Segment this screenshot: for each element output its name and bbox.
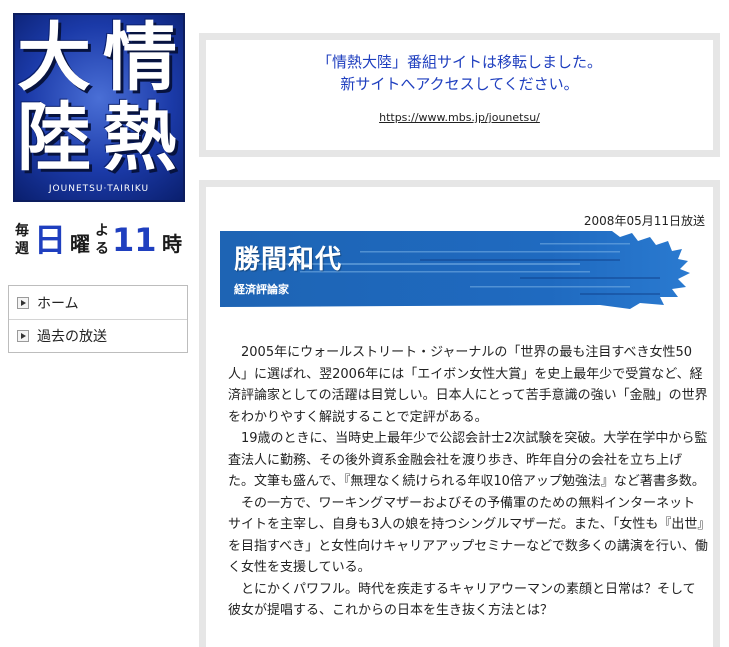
schedule-shu: 週 bbox=[15, 241, 29, 257]
broadcast-schedule: 毎 週 日 曜 よ る 11 時 bbox=[14, 218, 194, 268]
logo-kanji-dai: 大 bbox=[17, 15, 91, 101]
notice-line-2: 新サイトへアクセスしてください。 bbox=[340, 75, 579, 93]
guest-title: 経済評論家 bbox=[234, 283, 289, 296]
guest-name: 勝間和代 bbox=[234, 245, 343, 275]
new-site-link[interactable]: https://www.mbs.jp/jounetsu/ bbox=[379, 111, 540, 124]
bio-paragraph: 19歳のときに、当時史上最年少で公認会計士2次試験を突破。大学在学中から監査法人… bbox=[228, 431, 708, 489]
nav-item-home[interactable]: ホーム bbox=[9, 286, 187, 319]
guest-banner: 勝間和代 経済評論家 bbox=[220, 231, 690, 309]
arrow-right-icon bbox=[17, 330, 29, 342]
episode-panel: 2008年05月11日放送 勝間和代 経済評論家 2005年にウォールストリート… bbox=[199, 180, 720, 647]
bio-paragraph: とにかくパワフル。時代を疾走するキャリアウーマンの素顔と日常は？そして彼女が提唱… bbox=[228, 581, 696, 619]
logo-subtitle: JOUNETSU·TAIRIKU bbox=[48, 184, 150, 194]
guest-bio: 2005年にウォールストリート・ジャーナルの「世界の最も注目すべき女性50人」に… bbox=[228, 342, 708, 622]
relocation-notice: 「情熱大陸」番組サイトは移転しました。 新サイトへアクセスしてください。 htt… bbox=[199, 33, 720, 157]
schedule-hour: 11 bbox=[112, 221, 157, 259]
schedule-day: 日 bbox=[34, 221, 67, 259]
program-logo: 大 情 陸 熱 JOUNETSU·TAIRIKU bbox=[13, 13, 185, 202]
logo-kanji-netsu: 熱 bbox=[103, 95, 177, 181]
nav-item-label: 過去の放送 bbox=[37, 329, 107, 345]
schedule-yo: よ bbox=[95, 223, 109, 239]
logo-kanji-jou: 情 bbox=[103, 15, 177, 101]
nav-item-label: ホーム bbox=[37, 295, 79, 312]
schedule-ru: る bbox=[95, 241, 109, 257]
schedule-yobi: 曜 bbox=[70, 232, 90, 256]
schedule-ji: 時 bbox=[162, 232, 182, 256]
side-nav: ホーム 過去の放送 bbox=[8, 285, 188, 353]
bio-paragraph: その一方で、ワーキングマザーおよびその予備軍のための無料インターネットサイトを主… bbox=[228, 495, 708, 576]
logo-kanji-riku: 陸 bbox=[17, 95, 91, 181]
bio-paragraph: 2005年にウォールストリート・ジャーナルの「世界の最も注目すべき女性50人」に… bbox=[228, 345, 708, 425]
air-date: 2008年05月11日放送 bbox=[583, 214, 705, 228]
arrow-right-icon bbox=[17, 296, 29, 309]
schedule-mai: 毎 bbox=[15, 223, 29, 239]
nav-item-past-broadcasts[interactable]: 過去の放送 bbox=[9, 319, 187, 352]
notice-line-1: 「情熱大陸」番組サイトは移転しました。 bbox=[316, 53, 602, 71]
